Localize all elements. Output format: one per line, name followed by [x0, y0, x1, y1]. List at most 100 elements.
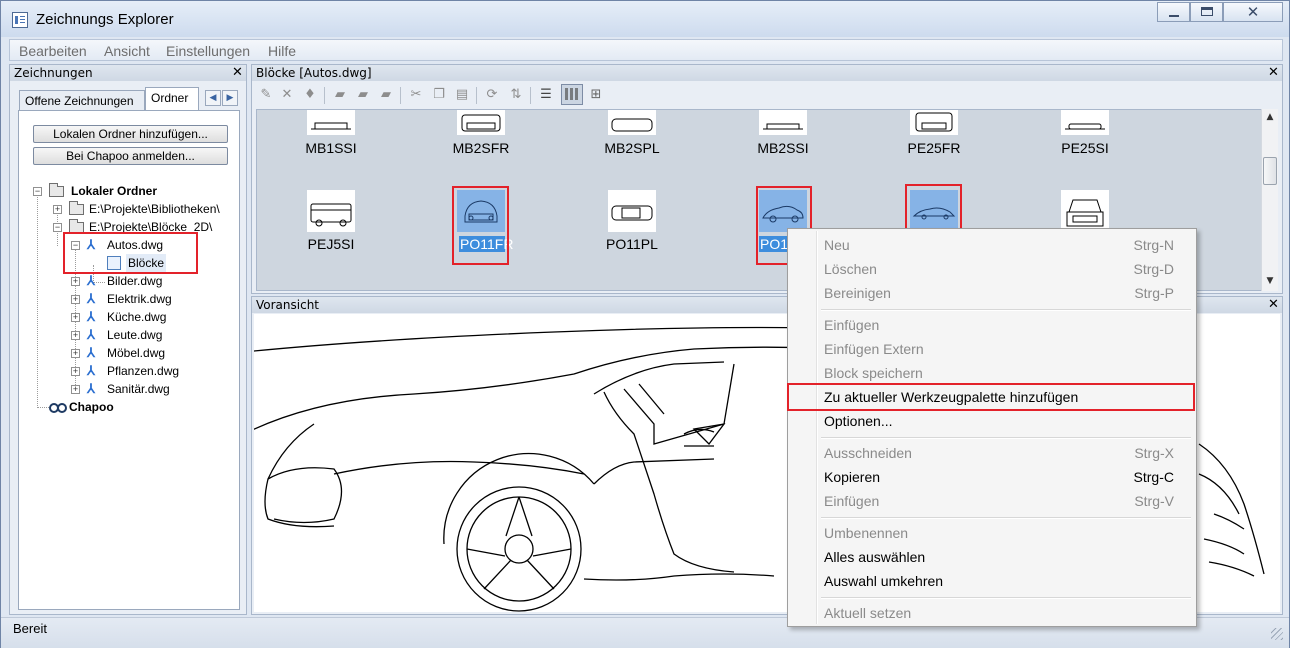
- expand-icon[interactable]: +: [71, 367, 80, 376]
- blocks-pane-title: Blöcke [Autos.dwg]: [256, 66, 372, 80]
- expand-icon[interactable]: +: [53, 205, 62, 214]
- folder-icon: [69, 201, 84, 215]
- tree-label: Lokaler Ordner: [71, 184, 158, 198]
- block-label[interactable]: PO11PL: [592, 236, 672, 252]
- save-block-icon[interactable]: ▰: [378, 87, 394, 103]
- close-window-button[interactable]: ✕: [1223, 2, 1283, 22]
- dwg-file-icon: ⅄: [87, 363, 95, 378]
- insert-icon[interactable]: ▰: [332, 87, 348, 103]
- menu-hilfe[interactable]: Hilfe: [268, 43, 296, 59]
- resize-grip-icon[interactable]: [1271, 628, 1283, 640]
- block-thumbnail[interactable]: [307, 190, 355, 232]
- tab-open-drawings[interactable]: Offene Zeichnungen: [19, 90, 145, 112]
- block-label[interactable]: PE25SI: [1045, 140, 1125, 156]
- menu-item-shortcut: Strg-D: [1133, 261, 1174, 277]
- menu-bearbeiten[interactable]: Bearbeiten: [19, 43, 87, 59]
- grid-view-icon: [565, 88, 579, 100]
- purge-icon[interactable]: ♦: [302, 87, 318, 103]
- expand-icon[interactable]: +: [71, 349, 80, 358]
- tab-scroll-left-icon[interactable]: ◀: [205, 90, 221, 106]
- block-label[interactable]: MB2SFR: [441, 140, 521, 156]
- menu-item-options[interactable]: Optionen...: [790, 409, 1194, 433]
- cut-icon[interactable]: ✂: [408, 87, 424, 103]
- menu-item-label: Umbenennen: [824, 525, 909, 541]
- chapoo-login-button[interactable]: Bei Chapoo anmelden...: [33, 147, 228, 165]
- menu-item-paste[interactable]: Einfügen Strg-V: [790, 489, 1194, 513]
- list-view-icon[interactable]: ☰: [538, 87, 554, 103]
- expand-icon[interactable]: +: [71, 331, 80, 340]
- block-label[interactable]: PE25FR: [894, 140, 974, 156]
- menu-item-rename[interactable]: Umbenennen: [790, 521, 1194, 545]
- scrollbar-thumb[interactable]: [1263, 157, 1277, 185]
- maximize-button[interactable]: [1190, 2, 1223, 22]
- tree-node-bibliotheken[interactable]: + E:\Projekte\Bibliotheken\: [53, 200, 233, 218]
- tab-folders[interactable]: Ordner: [145, 87, 199, 112]
- block-thumbnail[interactable]: [608, 190, 656, 232]
- block-label[interactable]: PEJ5SI: [291, 236, 371, 252]
- menu-item-insert[interactable]: Einfügen: [790, 313, 1194, 337]
- tree-node-moebel[interactable]: + ⅄ Möbel.dwg: [71, 344, 231, 362]
- scroll-up-icon[interactable]: ▲: [1262, 109, 1278, 125]
- icon-view-toggle[interactable]: [561, 84, 583, 105]
- menu-item-set-current[interactable]: Aktuell setzen: [790, 601, 1194, 625]
- menu-item-select-all[interactable]: Alles auswählen: [790, 545, 1194, 569]
- expand-icon[interactable]: +: [71, 295, 80, 304]
- menu-item-label: Einfügen Extern: [824, 341, 924, 357]
- menu-item-purge[interactable]: Bereinigen Strg-P: [790, 281, 1194, 305]
- menu-item-shortcut: Strg-C: [1133, 469, 1174, 485]
- delete-icon[interactable]: ✕: [279, 87, 295, 103]
- block-label[interactable]: MB2SPL: [592, 140, 672, 156]
- tree-node-kueche[interactable]: + ⅄ Küche.dwg: [71, 308, 231, 326]
- add-local-folder-button[interactable]: Lokalen Ordner hinzufügen...: [33, 125, 228, 143]
- paste-icon[interactable]: ▤: [454, 87, 470, 103]
- tree-node-bilder[interactable]: + ⅄ Bilder.dwg: [71, 272, 231, 290]
- menu-item-delete[interactable]: Löschen Strg-D: [790, 257, 1194, 281]
- tree-node-chapoo[interactable]: Chapoo: [49, 398, 169, 416]
- block-thumbnail[interactable]: [759, 110, 807, 135]
- menu-item-insert-external[interactable]: Einfügen Extern: [790, 337, 1194, 361]
- tree-node-elektrik[interactable]: + ⅄ Elektrik.dwg: [71, 290, 231, 308]
- tab-scroll-right-icon[interactable]: ▶: [222, 90, 238, 106]
- menu-einstellungen[interactable]: Einstellungen: [166, 43, 250, 59]
- tree-label: Elektrik.dwg: [107, 292, 172, 306]
- title-bar[interactable]: Zeichnungs Explorer ✕: [1, 1, 1289, 37]
- tree-label: Möbel.dwg: [107, 346, 166, 360]
- close-pane-icon[interactable]: ✕: [1268, 297, 1279, 312]
- block-thumbnail[interactable]: [1061, 110, 1109, 135]
- expand-icon[interactable]: +: [71, 385, 80, 394]
- menu-item-copy[interactable]: Kopieren Strg-C: [790, 465, 1194, 489]
- sync-icon[interactable]: ⇅: [508, 87, 524, 103]
- expand-icon[interactable]: +: [71, 277, 80, 286]
- block-thumbnail[interactable]: [608, 110, 656, 135]
- menu-item-new[interactable]: Neu Strg-N: [790, 233, 1194, 257]
- menu-item-invert-selection[interactable]: Auswahl umkehren: [790, 569, 1194, 593]
- tree-node-leute[interactable]: + ⅄ Leute.dwg: [71, 326, 231, 344]
- dwg-file-icon: ⅄: [87, 327, 95, 342]
- collapse-icon[interactable]: −: [33, 187, 42, 196]
- insert-external-icon[interactable]: ▰: [355, 87, 371, 103]
- scroll-down-icon[interactable]: ▼: [1262, 273, 1278, 289]
- block-thumbnail[interactable]: [1061, 190, 1109, 232]
- blocks-scrollbar[interactable]: ▲ ▼: [1261, 109, 1278, 291]
- block-label[interactable]: MB1SSI: [291, 140, 371, 156]
- copy-icon[interactable]: ❐: [431, 87, 447, 103]
- new-icon[interactable]: ✎: [258, 87, 274, 103]
- menu-item-cut[interactable]: Ausschneiden Strg-X: [790, 441, 1194, 465]
- block-thumbnail[interactable]: [910, 110, 958, 135]
- window-title: Zeichnungs Explorer: [36, 11, 174, 28]
- block-label[interactable]: MB2SSI: [743, 140, 823, 156]
- menu-ansicht[interactable]: Ansicht: [104, 43, 150, 59]
- collapse-icon[interactable]: −: [53, 223, 62, 232]
- close-pane-icon[interactable]: ✕: [1268, 65, 1279, 80]
- minimize-button[interactable]: [1157, 2, 1190, 22]
- tree-view-icon[interactable]: ⊞: [588, 87, 604, 103]
- refresh-icon[interactable]: ⟳: [484, 87, 500, 103]
- expand-icon[interactable]: +: [71, 313, 80, 322]
- tree-node-local-folder[interactable]: − Lokaler Ordner: [33, 182, 233, 200]
- block-thumbnail[interactable]: [307, 110, 355, 135]
- close-pane-icon[interactable]: ✕: [232, 65, 243, 80]
- tree-node-sanitaer[interactable]: + ⅄ Sanitär.dwg: [71, 380, 231, 398]
- menu-item-save-block[interactable]: Block speichern: [790, 361, 1194, 385]
- block-thumbnail[interactable]: [457, 110, 505, 135]
- tree-node-pflanzen[interactable]: + ⅄ Pflanzen.dwg: [71, 362, 231, 380]
